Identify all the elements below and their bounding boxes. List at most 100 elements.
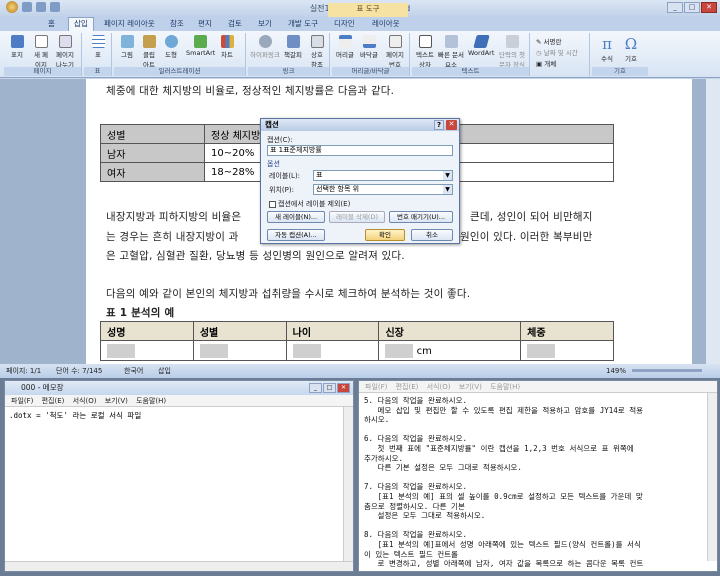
vertical-scrollbar[interactable] xyxy=(707,393,717,561)
word-count[interactable]: 단어 수: 7/145 xyxy=(56,364,102,378)
table1-cell[interactable]: 성별 xyxy=(100,124,205,144)
autocaption-button[interactable]: 자동 캡션(A)... xyxy=(267,229,325,241)
zoom-level[interactable]: 149% xyxy=(606,364,626,378)
blank-page-button[interactable]: 새 페이지 xyxy=(32,35,50,69)
cover-page-button[interactable]: 표지 xyxy=(8,35,26,59)
menu-file[interactable]: 파일(F) xyxy=(11,397,33,405)
tab-developer[interactable]: 개발 도구 xyxy=(288,18,318,29)
page-number-button[interactable]: 페이지 번호 xyxy=(384,35,406,69)
height-field[interactable]: cm xyxy=(378,340,522,361)
cross-reference-button[interactable]: 상호 참조 xyxy=(308,35,326,69)
tab-layout[interactable]: 레이아웃 xyxy=(372,18,400,29)
label-select[interactable]: 표 ▼ xyxy=(313,170,453,181)
delete-label-button[interactable]: 레이블 삭제(D) xyxy=(329,211,385,223)
tab-view[interactable]: 보기 xyxy=(258,18,272,29)
shapes-button[interactable]: 도형 xyxy=(162,35,180,59)
notepad1-text[interactable]: .dotx = '척도' 라는 로컬 서식 파일 xyxy=(5,407,353,424)
language-status[interactable]: 한국어 xyxy=(124,364,143,378)
tab-review[interactable]: 검토 xyxy=(228,18,242,29)
menu-file[interactable]: 파일(F) xyxy=(365,383,387,391)
signature-line-button[interactable]: ✎ 서명란 xyxy=(536,36,561,46)
header-icon xyxy=(338,35,352,48)
maximize-button[interactable]: □ xyxy=(323,383,336,393)
numbering-button[interactable]: 번호 매기기(U)... xyxy=(389,211,453,223)
tab-mailings[interactable]: 편지 xyxy=(198,18,212,29)
menu-help[interactable]: 도움말(H) xyxy=(490,383,520,391)
weight-field[interactable] xyxy=(520,340,614,361)
drop-cap-button[interactable]: 단락의 첫 문자 장식 xyxy=(498,35,526,69)
group-symbols: π 수식 Ω 기호 기호 xyxy=(592,33,648,76)
group-text: 텍스트 상자 빠른 문서 요소 WordArt 단락의 첫 문자 장식 텍스트 xyxy=(412,33,530,76)
vertical-scrollbar[interactable] xyxy=(705,79,720,364)
notepad2-line: 8. 다음의 작업을 완료하시오. xyxy=(364,530,467,540)
header-button[interactable]: 머리글 xyxy=(336,35,354,59)
text-box-button[interactable]: 텍스트 상자 xyxy=(414,35,436,69)
position-select[interactable]: 선택한 항목 위 ▼ xyxy=(313,184,453,195)
menu-edit[interactable]: 편집(E) xyxy=(396,383,419,391)
caption-input[interactable]: 표 1표준체지방률 xyxy=(267,145,453,156)
menu-format[interactable]: 서식(O) xyxy=(73,397,97,405)
exclude-label-checkbox[interactable]: 캡션에서 레이블 제외(E) xyxy=(269,199,350,209)
zoom-slider[interactable] xyxy=(632,369,702,372)
horizontal-scrollbar[interactable] xyxy=(5,561,353,571)
table-button[interactable]: 표 xyxy=(89,35,107,59)
notepad1-titlebar: 000 - 메모장 _ □ ✕ xyxy=(5,381,353,395)
notepad2-menubar: 파일(F) 편집(E) 서식(O) 보기(V) 도움말(H) xyxy=(359,381,717,393)
quick-parts-button[interactable]: 빠른 문서 요소 xyxy=(438,35,464,69)
object-button[interactable]: ▣ 개체 xyxy=(536,58,556,68)
smartart-button[interactable]: SmartArt xyxy=(186,35,215,57)
vertical-scrollbar[interactable] xyxy=(343,407,353,561)
menu-help[interactable]: 도움말(H) xyxy=(136,397,166,405)
notepad-window-2: 파일(F) 편집(E) 서식(O) 보기(V) 도움말(H) 5. 다음의 작업… xyxy=(358,380,718,572)
notepad-window-1: 000 - 메모장 _ □ ✕ 파일(F) 편집(E) 서식(O) 보기(V) … xyxy=(4,380,354,572)
table-tools-header: 표 도구 xyxy=(328,3,408,17)
table1-cell[interactable]: 여자 xyxy=(100,162,205,182)
tab-insert[interactable]: 삽입 xyxy=(68,17,94,31)
chevron-down-icon: ▼ xyxy=(443,171,452,180)
bookmark-button[interactable]: 책갈피 xyxy=(284,35,302,59)
table2-header[interactable]: 성명 xyxy=(100,321,194,341)
chart-button[interactable]: 차트 xyxy=(218,35,236,59)
table2-header[interactable]: 나이 xyxy=(285,321,380,341)
page-status[interactable]: 페이지: 1/1 xyxy=(6,364,41,378)
dialog-close-button[interactable]: ✕ xyxy=(446,120,457,130)
footer-button[interactable]: 바닥글 xyxy=(360,35,378,59)
clip-art-button[interactable]: 클립 아트 xyxy=(140,35,158,69)
ok-button[interactable]: 확인 xyxy=(365,229,405,241)
table2-header[interactable]: 성별 xyxy=(192,321,287,341)
menu-edit[interactable]: 편집(E) xyxy=(42,397,65,405)
wordart-button[interactable]: WordArt xyxy=(468,35,494,57)
maximize-button[interactable]: □ xyxy=(684,2,700,13)
tab-home[interactable]: 홈 xyxy=(48,18,55,29)
close-button[interactable]: ✕ xyxy=(337,383,350,393)
tab-references[interactable]: 참조 xyxy=(170,18,184,29)
equation-button[interactable]: π 수식 xyxy=(596,35,618,63)
table1-cell[interactable]: 남자 xyxy=(100,143,205,163)
position-label: 위치(P): xyxy=(269,186,294,194)
table2-header[interactable]: 신장 xyxy=(378,321,522,341)
age-field[interactable] xyxy=(285,340,380,361)
date-time-button[interactable]: ◷ 날짜 및 시간 xyxy=(536,47,578,57)
minimize-button[interactable]: _ xyxy=(667,2,683,13)
menu-format[interactable]: 서식(O) xyxy=(427,383,451,391)
new-label-button[interactable]: 새 레이블(N)... xyxy=(267,211,325,223)
menu-view[interactable]: 보기(V) xyxy=(105,397,128,405)
tab-design[interactable]: 디자인 xyxy=(334,18,355,29)
notepad2-line xyxy=(364,425,712,435)
table-analysis[interactable]: 성명 성별 나이 신장 체중 cm xyxy=(100,321,614,361)
tab-page-layout[interactable]: 페이지 레이아웃 xyxy=(104,18,155,29)
table2-header[interactable]: 체중 xyxy=(520,321,614,341)
hyperlink-button[interactable]: 하이퍼링크 xyxy=(250,35,280,59)
close-button[interactable]: ✕ xyxy=(701,2,717,13)
name-field[interactable] xyxy=(100,340,194,361)
notepad2-text[interactable]: 5. 다음의 작업을 완료하시오. 메모 삽입 및 편집만 할 수 있도록 편집… xyxy=(359,393,717,572)
help-button[interactable]: ? xyxy=(434,120,444,130)
page-break-button[interactable]: 페이지 나누기 xyxy=(56,35,74,69)
picture-button[interactable]: 그림 xyxy=(118,35,136,59)
insert-mode[interactable]: 삽입 xyxy=(158,364,171,378)
menu-view[interactable]: 보기(V) xyxy=(459,383,482,391)
cancel-button[interactable]: 취소 xyxy=(411,229,453,241)
gender-field[interactable] xyxy=(192,340,287,361)
symbol-button[interactable]: Ω 기호 xyxy=(620,35,642,63)
minimize-button[interactable]: _ xyxy=(309,383,322,393)
